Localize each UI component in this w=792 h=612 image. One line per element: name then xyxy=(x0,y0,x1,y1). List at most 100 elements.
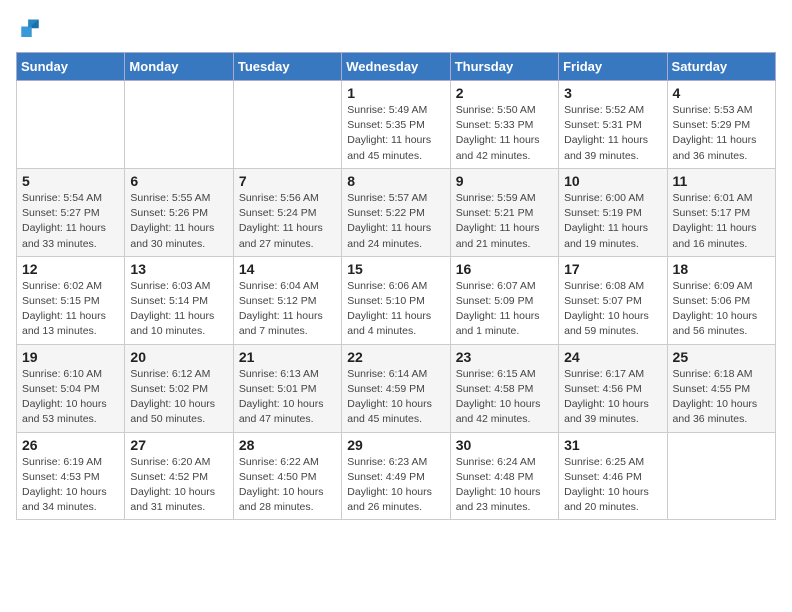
weekday-header: Sunday xyxy=(17,53,125,81)
day-number: 1 xyxy=(347,85,444,101)
calendar-cell: 21Sunrise: 6:13 AM Sunset: 5:01 PM Dayli… xyxy=(233,344,341,432)
day-info: Sunrise: 6:18 AM Sunset: 4:55 PM Dayligh… xyxy=(673,367,770,428)
day-info: Sunrise: 6:04 AM Sunset: 5:12 PM Dayligh… xyxy=(239,279,336,340)
day-info: Sunrise: 5:59 AM Sunset: 5:21 PM Dayligh… xyxy=(456,191,553,252)
day-info: Sunrise: 5:52 AM Sunset: 5:31 PM Dayligh… xyxy=(564,103,661,164)
day-number: 25 xyxy=(673,349,770,365)
calendar-cell: 28 Sunrise: 6:22 AM Sunset: 4:50 PM Dayli… xyxy=(233,432,341,520)
calendar-cell: 4Sunrise: 5:53 AM Sunset: 5:29 PM Daylig… xyxy=(667,81,775,169)
calendar-cell: 9 Sunrise: 5:59 AM Sunset: 5:21 PM Daylig… xyxy=(450,168,558,256)
calendar-week-row: 1 Sunrise: 5:49 AM Sunset: 5:35 PM Daylig… xyxy=(17,81,776,169)
calendar-table: SundayMondayTuesdayWednesdayThursdayFrid… xyxy=(16,52,776,520)
day-info: Sunrise: 5:50 AM Sunset: 5:33 PM Dayligh… xyxy=(456,103,553,164)
day-info: Sunrise: 6:20 AM Sunset: 4:52 PM Dayligh… xyxy=(130,455,227,516)
day-info: Sunrise: 6:09 AM Sunset: 5:06 PM Dayligh… xyxy=(673,279,770,340)
calendar-cell xyxy=(233,81,341,169)
logo-icon xyxy=(16,16,44,44)
day-number: 4 xyxy=(673,85,770,101)
day-number: 26 xyxy=(22,437,119,453)
day-info: Sunrise: 6:06 AM Sunset: 5:10 PM Dayligh… xyxy=(347,279,444,340)
day-number: 6 xyxy=(130,173,227,189)
day-number: 9 xyxy=(456,173,553,189)
day-number: 2 xyxy=(456,85,553,101)
calendar-cell: 13 Sunrise: 6:03 AM Sunset: 5:14 PM Dayli… xyxy=(125,256,233,344)
calendar-cell: 12 Sunrise: 6:02 AM Sunset: 5:15 PM Dayli… xyxy=(17,256,125,344)
logo xyxy=(16,16,48,44)
calendar-cell: 2 Sunrise: 5:50 AM Sunset: 5:33 PM Daylig… xyxy=(450,81,558,169)
weekday-header: Friday xyxy=(559,53,667,81)
day-number: 16 xyxy=(456,261,553,277)
calendar-cell: 27 Sunrise: 6:20 AM Sunset: 4:52 PM Dayli… xyxy=(125,432,233,520)
day-number: 3 xyxy=(564,85,661,101)
day-info: Sunrise: 6:22 AM Sunset: 4:50 PM Dayligh… xyxy=(239,455,336,516)
calendar-cell: 6 Sunrise: 5:55 AM Sunset: 5:26 PM Daylig… xyxy=(125,168,233,256)
calendar-cell: 31 Sunrise: 6:25 AM Sunset: 4:46 PM Dayli… xyxy=(559,432,667,520)
day-number: 10 xyxy=(564,173,661,189)
day-info: Sunrise: 6:10 AM Sunset: 5:04 PM Dayligh… xyxy=(22,367,119,428)
day-info: Sunrise: 6:01 AM Sunset: 5:17 PM Dayligh… xyxy=(673,191,770,252)
day-info: Sunrise: 6:24 AM Sunset: 4:48 PM Dayligh… xyxy=(456,455,553,516)
calendar-cell: 30Sunrise: 6:24 AM Sunset: 4:48 PM Dayli… xyxy=(450,432,558,520)
day-info: Sunrise: 6:07 AM Sunset: 5:09 PM Dayligh… xyxy=(456,279,553,340)
day-number: 21 xyxy=(239,349,336,365)
day-number: 19 xyxy=(22,349,119,365)
day-info: Sunrise: 6:08 AM Sunset: 5:07 PM Dayligh… xyxy=(564,279,661,340)
day-number: 18 xyxy=(673,261,770,277)
day-number: 13 xyxy=(130,261,227,277)
calendar-header: SundayMondayTuesdayWednesdayThursdayFrid… xyxy=(17,53,776,81)
calendar-week-row: 5 Sunrise: 5:54 AM Sunset: 5:27 PM Daylig… xyxy=(17,168,776,256)
calendar-cell: 25 Sunrise: 6:18 AM Sunset: 4:55 PM Dayli… xyxy=(667,344,775,432)
calendar-cell: 3 Sunrise: 5:52 AM Sunset: 5:31 PM Daylig… xyxy=(559,81,667,169)
day-number: 24 xyxy=(564,349,661,365)
day-info: Sunrise: 5:54 AM Sunset: 5:27 PM Dayligh… xyxy=(22,191,119,252)
day-number: 14 xyxy=(239,261,336,277)
day-info: Sunrise: 6:14 AM Sunset: 4:59 PM Dayligh… xyxy=(347,367,444,428)
day-number: 28 xyxy=(239,437,336,453)
day-info: Sunrise: 5:55 AM Sunset: 5:26 PM Dayligh… xyxy=(130,191,227,252)
weekday-header: Monday xyxy=(125,53,233,81)
day-number: 27 xyxy=(130,437,227,453)
day-info: Sunrise: 6:02 AM Sunset: 5:15 PM Dayligh… xyxy=(22,279,119,340)
day-number: 23 xyxy=(456,349,553,365)
calendar-cell xyxy=(17,81,125,169)
day-number: 7 xyxy=(239,173,336,189)
calendar-cell xyxy=(125,81,233,169)
calendar-cell: 15Sunrise: 6:06 AM Sunset: 5:10 PM Dayli… xyxy=(342,256,450,344)
weekday-header: Thursday xyxy=(450,53,558,81)
day-number: 29 xyxy=(347,437,444,453)
weekday-header: Wednesday xyxy=(342,53,450,81)
weekday-header: Saturday xyxy=(667,53,775,81)
day-info: Sunrise: 6:03 AM Sunset: 5:14 PM Dayligh… xyxy=(130,279,227,340)
day-info: Sunrise: 6:23 AM Sunset: 4:49 PM Dayligh… xyxy=(347,455,444,516)
day-info: Sunrise: 6:15 AM Sunset: 4:58 PM Dayligh… xyxy=(456,367,553,428)
calendar-cell: 8Sunrise: 5:57 AM Sunset: 5:22 PM Daylig… xyxy=(342,168,450,256)
calendar-cell: 29 Sunrise: 6:23 AM Sunset: 4:49 PM Dayli… xyxy=(342,432,450,520)
calendar-cell: 18 Sunrise: 6:09 AM Sunset: 5:06 PM Dayli… xyxy=(667,256,775,344)
day-number: 17 xyxy=(564,261,661,277)
day-number: 31 xyxy=(564,437,661,453)
day-number: 22 xyxy=(347,349,444,365)
day-number: 8 xyxy=(347,173,444,189)
calendar-cell: 22 Sunrise: 6:14 AM Sunset: 4:59 PM Dayli… xyxy=(342,344,450,432)
calendar-week-row: 12 Sunrise: 6:02 AM Sunset: 5:15 PM Dayli… xyxy=(17,256,776,344)
calendar-cell: 16 Sunrise: 6:07 AM Sunset: 5:09 PM Dayli… xyxy=(450,256,558,344)
day-info: Sunrise: 6:12 AM Sunset: 5:02 PM Dayligh… xyxy=(130,367,227,428)
day-info: Sunrise: 5:56 AM Sunset: 5:24 PM Dayligh… xyxy=(239,191,336,252)
calendar-cell: 23 Sunrise: 6:15 AM Sunset: 4:58 PM Dayli… xyxy=(450,344,558,432)
calendar-cell: 11Sunrise: 6:01 AM Sunset: 5:17 PM Dayli… xyxy=(667,168,775,256)
day-info: Sunrise: 5:49 AM Sunset: 5:35 PM Dayligh… xyxy=(347,103,444,164)
calendar-cell: 14 Sunrise: 6:04 AM Sunset: 5:12 PM Dayli… xyxy=(233,256,341,344)
day-info: Sunrise: 6:25 AM Sunset: 4:46 PM Dayligh… xyxy=(564,455,661,516)
calendar-cell: 20Sunrise: 6:12 AM Sunset: 5:02 PM Dayli… xyxy=(125,344,233,432)
calendar-week-row: 19 Sunrise: 6:10 AM Sunset: 5:04 PM Dayli… xyxy=(17,344,776,432)
day-number: 12 xyxy=(22,261,119,277)
calendar-cell: 7 Sunrise: 5:56 AM Sunset: 5:24 PM Daylig… xyxy=(233,168,341,256)
day-number: 5 xyxy=(22,173,119,189)
calendar-cell: 24Sunrise: 6:17 AM Sunset: 4:56 PM Dayli… xyxy=(559,344,667,432)
calendar-cell xyxy=(667,432,775,520)
calendar-cell: 5 Sunrise: 5:54 AM Sunset: 5:27 PM Daylig… xyxy=(17,168,125,256)
calendar-week-row: 26Sunrise: 6:19 AM Sunset: 4:53 PM Dayli… xyxy=(17,432,776,520)
calendar-cell: 17 Sunrise: 6:08 AM Sunset: 5:07 PM Dayli… xyxy=(559,256,667,344)
calendar-cell: 19 Sunrise: 6:10 AM Sunset: 5:04 PM Dayli… xyxy=(17,344,125,432)
calendar-cell: 10Sunrise: 6:00 AM Sunset: 5:19 PM Dayli… xyxy=(559,168,667,256)
